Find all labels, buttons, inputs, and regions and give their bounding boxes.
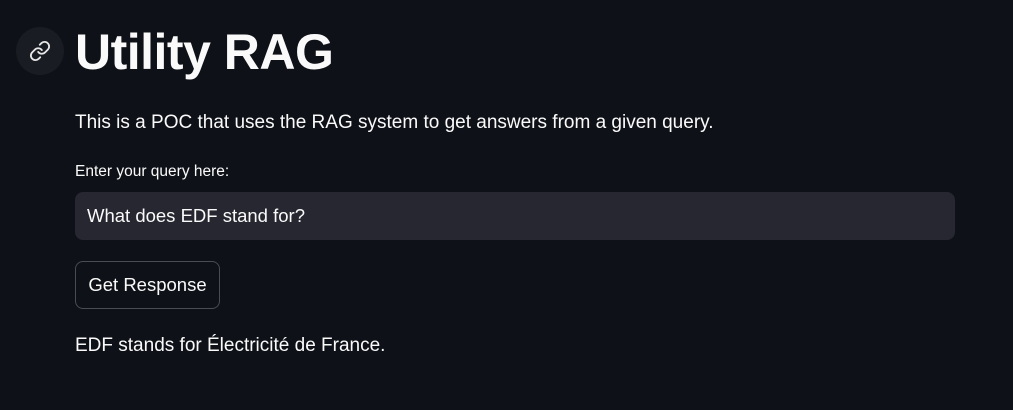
heading-anchor-link[interactable]: [16, 27, 64, 75]
link-icon: [29, 40, 51, 62]
query-input[interactable]: [75, 192, 955, 240]
query-input-label: Enter your query here:: [75, 163, 230, 180]
response-text: EDF stands for Électricité de France.: [75, 335, 386, 356]
get-response-button[interactable]: Get Response: [75, 261, 220, 309]
page-description: This is a POC that uses the RAG system t…: [75, 112, 714, 133]
page-title: Utility RAG: [75, 24, 334, 80]
app-page: Utility RAG This is a POC that uses the …: [0, 0, 1013, 410]
